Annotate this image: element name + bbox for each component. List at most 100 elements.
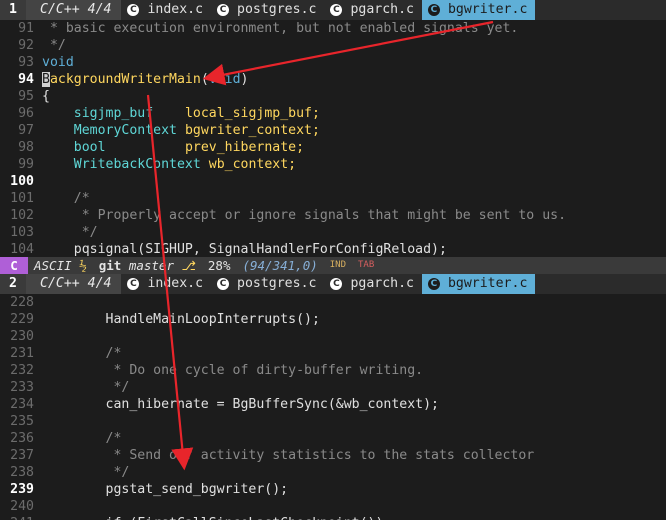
mode-badge: C: [0, 257, 28, 274]
line-number: 98: [18, 140, 34, 155]
line-number: 96: [18, 106, 34, 121]
git-label: git: [98, 258, 122, 273]
c-language-icon: C: [330, 4, 343, 16]
percent-indicator: 28%: [207, 258, 231, 273]
line-number: 234: [10, 397, 34, 412]
line-text: if (FirstCallSinceLastCheckpoint()): [42, 515, 384, 520]
line-number: 237: [10, 448, 34, 463]
code-line[interactable]: 102 * Properly accept or ignore signals …: [0, 207, 666, 224]
line-text: pqsignal(SIGHUP, SignalHandlerForConfigR…: [42, 242, 447, 257]
tab-bgwriter-c[interactable]: Cbgwriter.c: [421, 274, 536, 294]
line-number: 92: [18, 38, 34, 53]
line-number: 91: [18, 21, 34, 36]
code-line[interactable]: 233 */: [0, 379, 666, 396]
code-line[interactable]: 101 /*: [0, 190, 666, 207]
line-number: 233: [10, 380, 34, 395]
code-line[interactable]: 238 */: [0, 464, 666, 481]
tab-pgarch-c[interactable]: Cpgarch.c: [324, 274, 422, 294]
line-number: 103: [10, 225, 34, 240]
line-text: bool prev_hibernate;: [42, 139, 304, 156]
line-number: 94: [18, 72, 34, 87]
branch-label: master: [128, 258, 174, 273]
type-name: sigjmp_buf: [73, 106, 154, 121]
code-line[interactable]: 236 /*: [0, 430, 666, 447]
code-line[interactable]: 230: [0, 328, 666, 345]
line-number: 100: [10, 174, 34, 189]
tab-postgres-c[interactable]: Cpostgres.c: [211, 0, 324, 20]
tab-postgres-c[interactable]: Cpostgres.c: [211, 274, 324, 294]
line-text: */: [42, 38, 66, 53]
type-name: WritebackContext: [73, 157, 201, 172]
line-number: 235: [10, 414, 34, 429]
code-line[interactable]: 97 MemoryContext bgwriter_context;: [0, 122, 666, 139]
encoding-indicator: ASCII ½: [28, 257, 93, 274]
line-number: 229: [10, 312, 34, 327]
code-line[interactable]: 98 bool prev_hibernate;: [0, 139, 666, 156]
code-line[interactable]: 235: [0, 413, 666, 430]
code-line[interactable]: 232 * Do one cycle of dirty-buffer writi…: [0, 362, 666, 379]
top-editor-pane[interactable]: 1 C/C++ 4/4 Cindex.c Cpostgres.c Cpgarch…: [0, 0, 666, 257]
tab-number: 2: [0, 274, 26, 294]
c-language-icon: C: [127, 4, 140, 16]
branch-icon: ⎇: [181, 258, 196, 273]
code-line[interactable]: 94 BackgroundWriterMain(void): [0, 71, 666, 88]
line-text: BackgroundWriterMain(void): [42, 72, 249, 87]
code-line[interactable]: 104 pqsignal(SIGHUP, SignalHandlerForCon…: [0, 241, 666, 257]
tab-bgwriter-c[interactable]: Cbgwriter.c: [421, 0, 536, 20]
code-line[interactable]: 229 HandleMainLoopInterrupts();: [0, 311, 666, 328]
code-area[interactable]: 228 229 HandleMainLoopInterrupts(); 230 231…: [0, 294, 666, 520]
line-number: 240: [10, 499, 34, 514]
bottom-editor-pane[interactable]: 2 C/C++ 4/4 Cindex.c Cpostgres.c Cpgarch…: [0, 274, 666, 520]
line-text: /*: [42, 191, 90, 206]
line-text: * Properly accept or ignore signals that…: [42, 208, 567, 223]
code-line[interactable]: 92 */: [0, 37, 666, 54]
line-number: 102: [10, 208, 34, 223]
tab-index-c[interactable]: Cindex.c: [121, 0, 211, 20]
code-line[interactable]: 96 sigjmp_buf local_sigjmp_buf;: [0, 105, 666, 122]
code-line[interactable]: 93 void: [0, 54, 666, 71]
code-line[interactable]: 228: [0, 294, 666, 311]
identifier: bgwriter_context;: [184, 123, 320, 138]
bottom-tabline: 2 C/C++ 4/4 Cindex.c Cpostgres.c Cpgarch…: [0, 274, 666, 294]
file-type-indicator: C/C++ 4/4: [26, 0, 122, 20]
code-line[interactable]: 241 if (FirstCallSinceLastCheckpoint()): [0, 515, 666, 520]
code-line[interactable]: 91 * basic execution environment, but no…: [0, 20, 666, 37]
tab-number: 1: [0, 0, 26, 20]
code-line[interactable]: 240: [0, 498, 666, 515]
line-text: MemoryContext bgwriter_context;: [42, 122, 320, 139]
identifier: local_sigjmp_buf;: [184, 106, 320, 121]
c-language-icon: C: [127, 278, 140, 290]
line-number: 104: [10, 242, 34, 257]
code-area[interactable]: 91 * basic execution environment, but no…: [0, 20, 666, 257]
statusline: C ASCII ½ git master ⎇ 28% (94/341,0) IN…: [0, 257, 666, 274]
type-name: bool: [73, 140, 106, 155]
tab-pgarch-c[interactable]: Cpgarch.c: [324, 0, 422, 20]
line-text: sigjmp_buf local_sigjmp_buf;: [42, 105, 320, 122]
type-name: MemoryContext: [73, 123, 177, 138]
code-line[interactable]: 103 */: [0, 224, 666, 241]
line-text: */: [42, 225, 98, 240]
line-number: 239: [10, 482, 34, 497]
line-number: 238: [10, 465, 34, 480]
line-text: {: [42, 89, 50, 104]
line-text: pgstat_send_bgwriter();: [42, 482, 289, 497]
line-text: */: [42, 465, 130, 480]
code-line[interactable]: 99 WritebackContext wb_context;: [0, 156, 666, 173]
tab-label: bgwriter.c: [447, 276, 528, 291]
vcs-indicator: git master ⎇: [93, 257, 202, 274]
tab-index-c[interactable]: Cindex.c: [121, 274, 211, 294]
line-text: * basic execution environment, but not e…: [42, 21, 519, 36]
code-line[interactable]: 237 * Send off activity statistics to th…: [0, 447, 666, 464]
identifier: wb_context;: [208, 157, 297, 172]
code-line[interactable]: 231 /*: [0, 345, 666, 362]
line-text: /*: [42, 346, 122, 361]
line-text: HandleMainLoopInterrupts();: [42, 312, 320, 327]
code-line[interactable]: 95 {: [0, 88, 666, 105]
indent-indicator: IND: [329, 260, 347, 270]
line-number: 99: [18, 157, 34, 172]
code-line[interactable]: 234 can_hibernate = BgBufferSync(&wb_con…: [0, 396, 666, 413]
code-line[interactable]: 100: [0, 173, 666, 190]
code-line[interactable]: 239 pgstat_send_bgwriter();: [0, 481, 666, 498]
line-text: * Do one cycle of dirty-buffer writing.: [42, 363, 424, 378]
line-text: * Send off activity statistics to the st…: [42, 448, 535, 463]
